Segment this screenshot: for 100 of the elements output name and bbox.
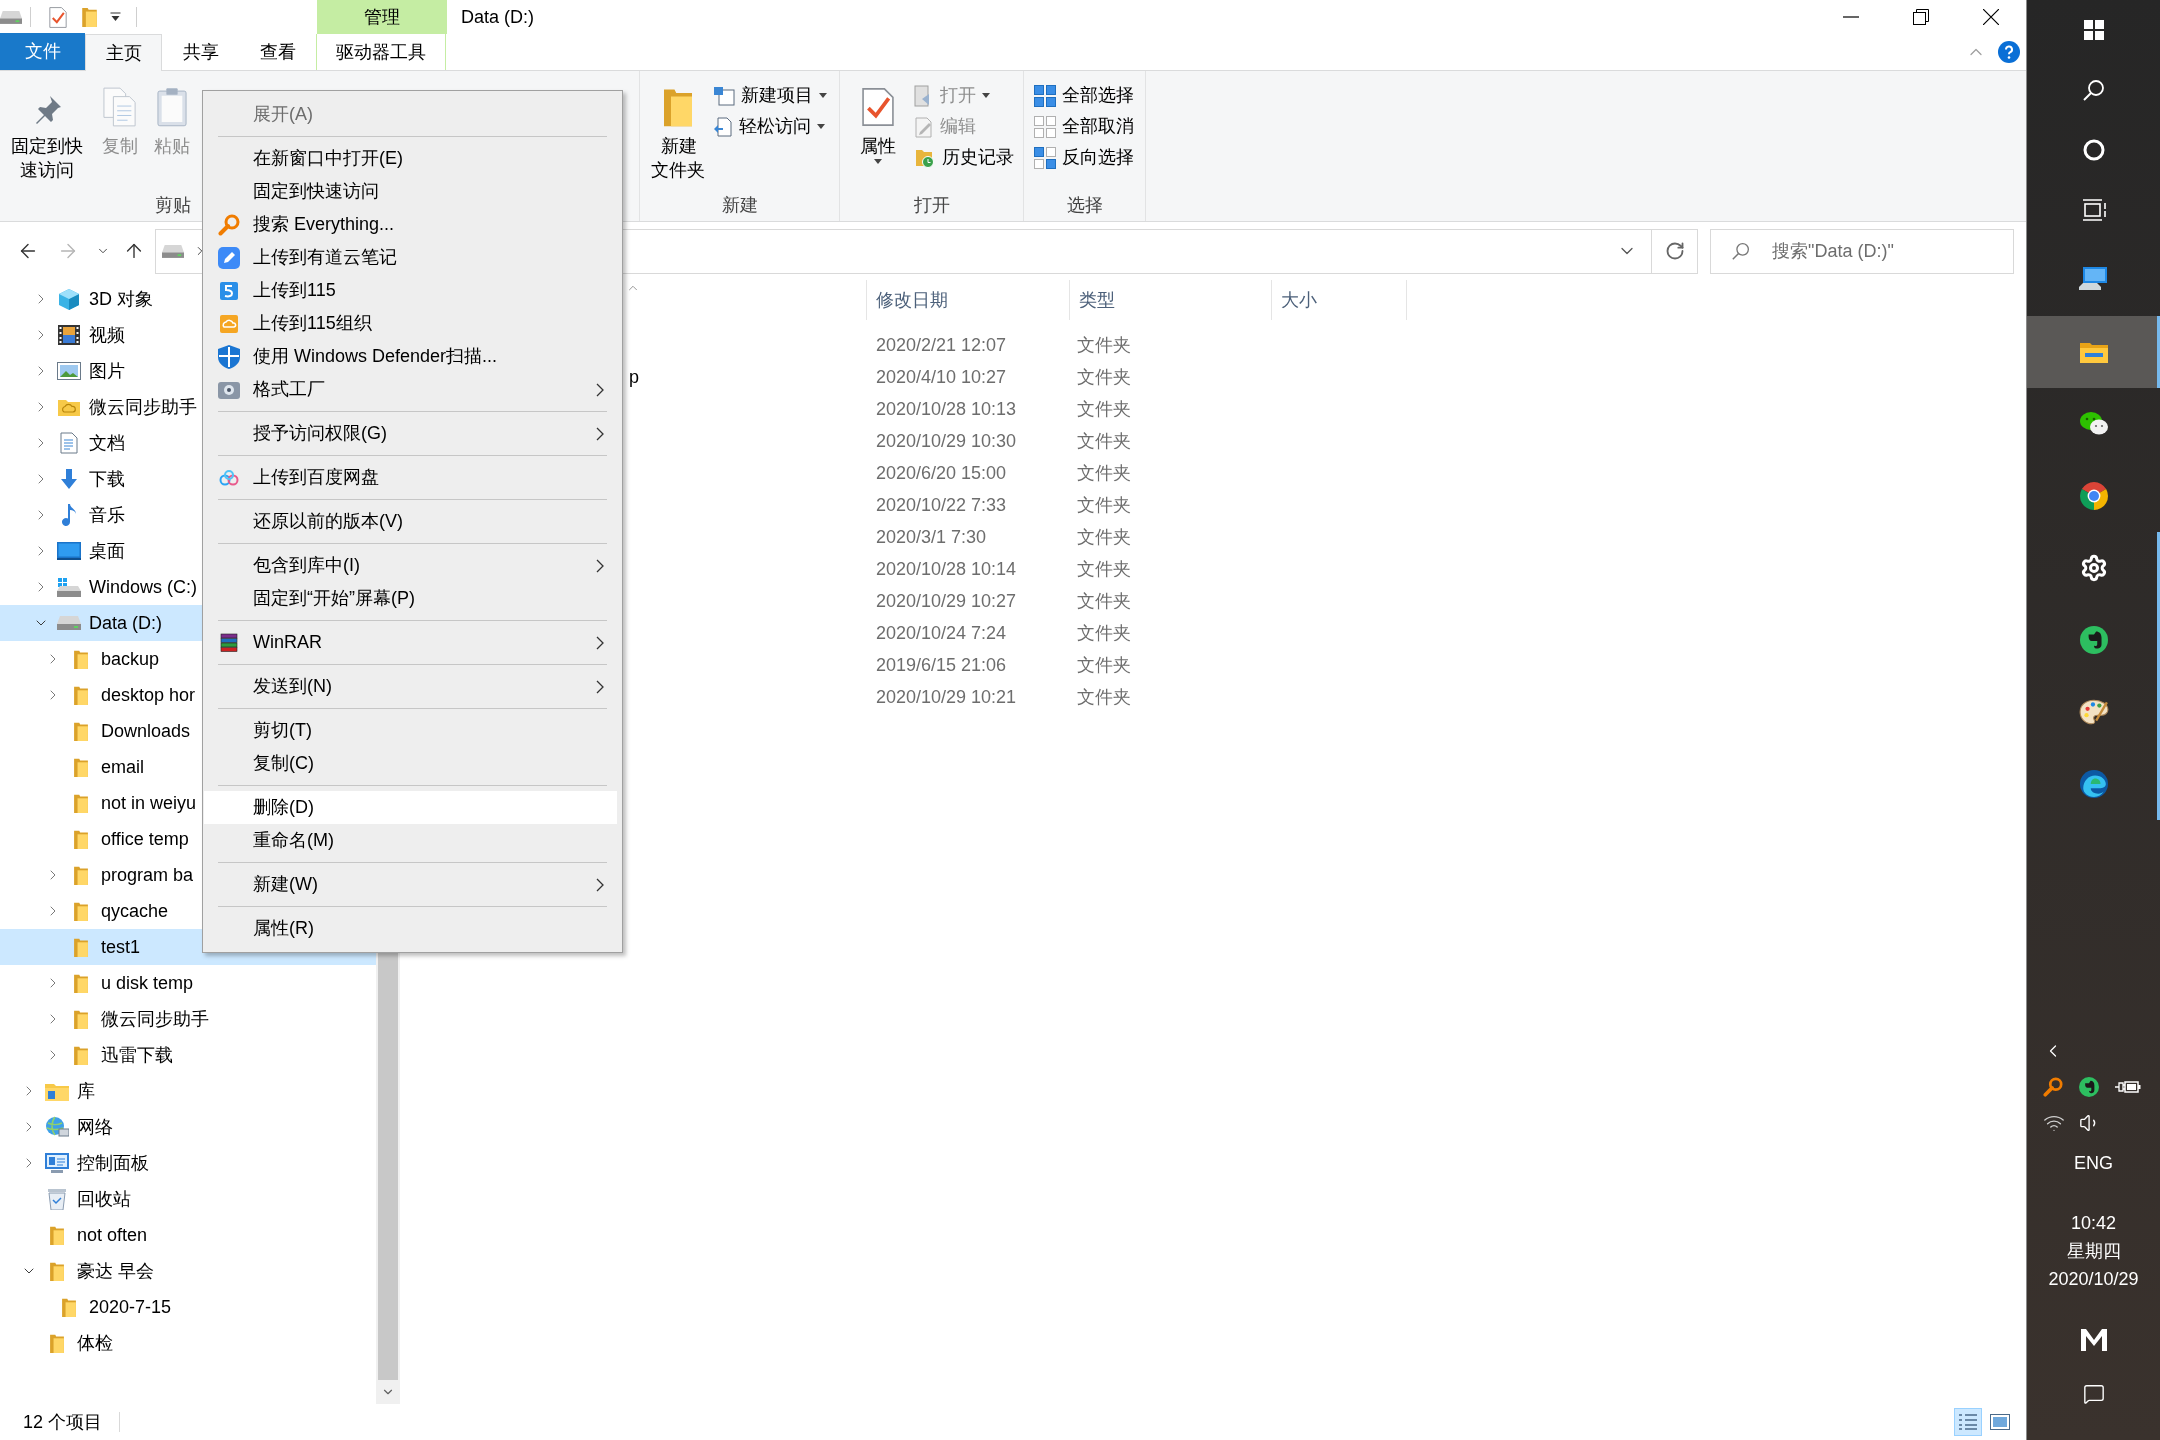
ribbon-button[interactable]: 反向选择 (1034, 142, 1138, 173)
ribbon-button[interactable]: 属性 (856, 83, 900, 164)
mixed-grid-icon (1034, 146, 1056, 169)
menu-item[interactable]: 新建(W) (204, 868, 617, 901)
music-note-icon (62, 504, 76, 526)
ribbon-group-label: 剪贴 (155, 193, 191, 217)
page-arrow-icon (713, 116, 733, 137)
table-cell: 文件夹 (1077, 654, 1131, 675)
ribbon-button[interactable]: 轻松访问 (713, 111, 831, 142)
ribbon-button[interactable]: 固定到快速访问 (4, 83, 90, 182)
filled-grid-icon (1034, 84, 1056, 107)
nav-tree-item[interactable]: 库 (0, 1073, 376, 1109)
table-cell: 2020/10/29 10:21 (876, 686, 1017, 707)
copy-icon (103, 87, 137, 127)
table-cell: 2020/10/24 7:24 (876, 622, 1007, 643)
ribbon-tab[interactable]: 文件 (0, 33, 85, 70)
nav-tree-item[interactable]: 豪达 早会 (0, 1253, 376, 1289)
nav-tree-item[interactable]: 迅雷下载 (0, 1037, 376, 1073)
ribbon-button[interactable]: 历史记录 (914, 142, 1018, 173)
search-field[interactable]: 搜索"Data (D:)" (1710, 228, 2014, 274)
menu-item[interactable]: 复制(C) (204, 747, 617, 780)
dropdown-caret-icon (982, 93, 990, 98)
ribbon-tab[interactable]: 共享 (162, 34, 239, 70)
menu-item[interactable]: 授予访问权限(G) (204, 417, 617, 450)
menu-item[interactable]: 格式工厂 (204, 373, 617, 406)
folder-icon (663, 87, 692, 127)
dropdown-caret-icon (874, 159, 882, 164)
ribbon-button[interactable]: 全部选择 (1034, 80, 1138, 111)
refresh-button[interactable] (1652, 228, 1698, 274)
menu-item[interactable]: 还原以前的版本(V) (204, 505, 617, 538)
refresh-icon (1664, 241, 1685, 261)
menu-item[interactable]: 删除(D) (204, 791, 617, 824)
ribbon-tab[interactable]: 主页 (85, 34, 162, 71)
down-arrow-icon (61, 469, 77, 489)
table-cell: 文件夹 (1077, 334, 1131, 355)
ribbon-tab[interactable]: 驱动器工具 (316, 34, 446, 70)
help-icon[interactable] (1998, 41, 2020, 63)
input-language[interactable]: ENG (2074, 1149, 2113, 1177)
nav-tree-item[interactable]: 控制面板 (0, 1145, 376, 1181)
folder-icon (74, 649, 88, 669)
ribbon-button[interactable]: 新建文件夹 (646, 83, 709, 182)
clipboard-icon (157, 87, 187, 127)
search-icon (2082, 79, 2105, 101)
nav-tree-item[interactable]: u disk temp (0, 965, 376, 1001)
menu-item[interactable]: 剪切(T) (204, 714, 617, 747)
menu-item[interactable]: 搜索 Everything... (204, 208, 617, 241)
menu-item[interactable]: 上传到115 (204, 274, 617, 307)
column-header[interactable]: 大小 (1271, 280, 1406, 320)
clock-weekday[interactable]: 星期四 (2066, 1237, 2121, 1265)
folder-icon[interactable] (82, 7, 97, 27)
new-page-icon (713, 85, 735, 106)
nav-tree-item[interactable]: 微云同步助手 (0, 1001, 376, 1037)
folder-icon (74, 721, 88, 741)
menu-item[interactable]: 在新窗口中打开(E) (204, 142, 617, 175)
ribbon-button[interactable]: 新建项目 (713, 80, 831, 111)
menu-item[interactable]: 上传到有道云笔记 (204, 241, 617, 274)
details-view-button[interactable] (1954, 1408, 1982, 1436)
menu-item[interactable]: 上传到115组织 (204, 307, 617, 340)
ribbon-tab[interactable]: 查看 (239, 34, 316, 70)
nav-tree-item[interactable]: 2020-7-15 (0, 1289, 376, 1325)
folder-icon (50, 1225, 64, 1245)
menu-item[interactable]: 重命名(M) (204, 824, 617, 857)
folder-icon (74, 973, 88, 993)
palette-icon (2078, 698, 2109, 726)
magnifier-icon (2043, 1077, 2063, 1097)
chat-bubbles-icon (2078, 411, 2109, 437)
table-cell: 2020/10/29 10:27 (876, 590, 1017, 611)
document-icon (60, 432, 78, 454)
column-header[interactable]: 修改日期 (866, 280, 1069, 320)
drive-icon (162, 244, 184, 258)
nav-tree-item[interactable]: 网络 (0, 1109, 376, 1145)
nav-tree-item[interactable]: 回收站 (0, 1181, 376, 1217)
curve-tile-icon (219, 281, 238, 300)
cloud-tile-icon (219, 314, 238, 333)
column-header[interactable]: 类型 (1069, 280, 1271, 320)
ribbon-button[interactable]: 全部取消 (1034, 111, 1138, 142)
ribbon-group-label: 选择 (1066, 193, 1103, 217)
table-cell: 文件夹 (1077, 398, 1131, 419)
clock-time[interactable]: 10:42 (2070, 1209, 2116, 1237)
folder-icon (74, 865, 88, 885)
menu-item[interactable]: 使用 Windows Defender扫描... (204, 340, 617, 373)
nav-tree-item[interactable]: 体检 (0, 1325, 376, 1361)
checked-document-icon[interactable] (49, 6, 67, 28)
monitor-icon (57, 542, 81, 560)
battery-plug-icon (2115, 1078, 2141, 1096)
menu-item[interactable]: 上传到百度网盘 (204, 461, 617, 494)
round-logo-icon (2079, 626, 2108, 654)
table-cell: 2020/10/22 7:33 (876, 494, 1007, 515)
menu-item[interactable]: 包含到库中(I) (204, 549, 617, 582)
menu-item[interactable]: 固定到快速访问 (204, 175, 617, 208)
nav-tree-item[interactable]: not often (0, 1217, 376, 1253)
control-panel-icon (45, 1153, 69, 1173)
menu-item[interactable]: 发送到(N) (204, 670, 617, 703)
cloud-rings-icon (218, 469, 239, 486)
folder-icon (74, 901, 88, 921)
m-logo-icon (2080, 1329, 2107, 1351)
folder-icon (74, 685, 88, 705)
table-cell: 2020/10/29 10:30 (876, 430, 1017, 451)
customize-caret-icon[interactable] (110, 12, 121, 22)
clock-date[interactable]: 2020/10/29 (2048, 1265, 2139, 1293)
